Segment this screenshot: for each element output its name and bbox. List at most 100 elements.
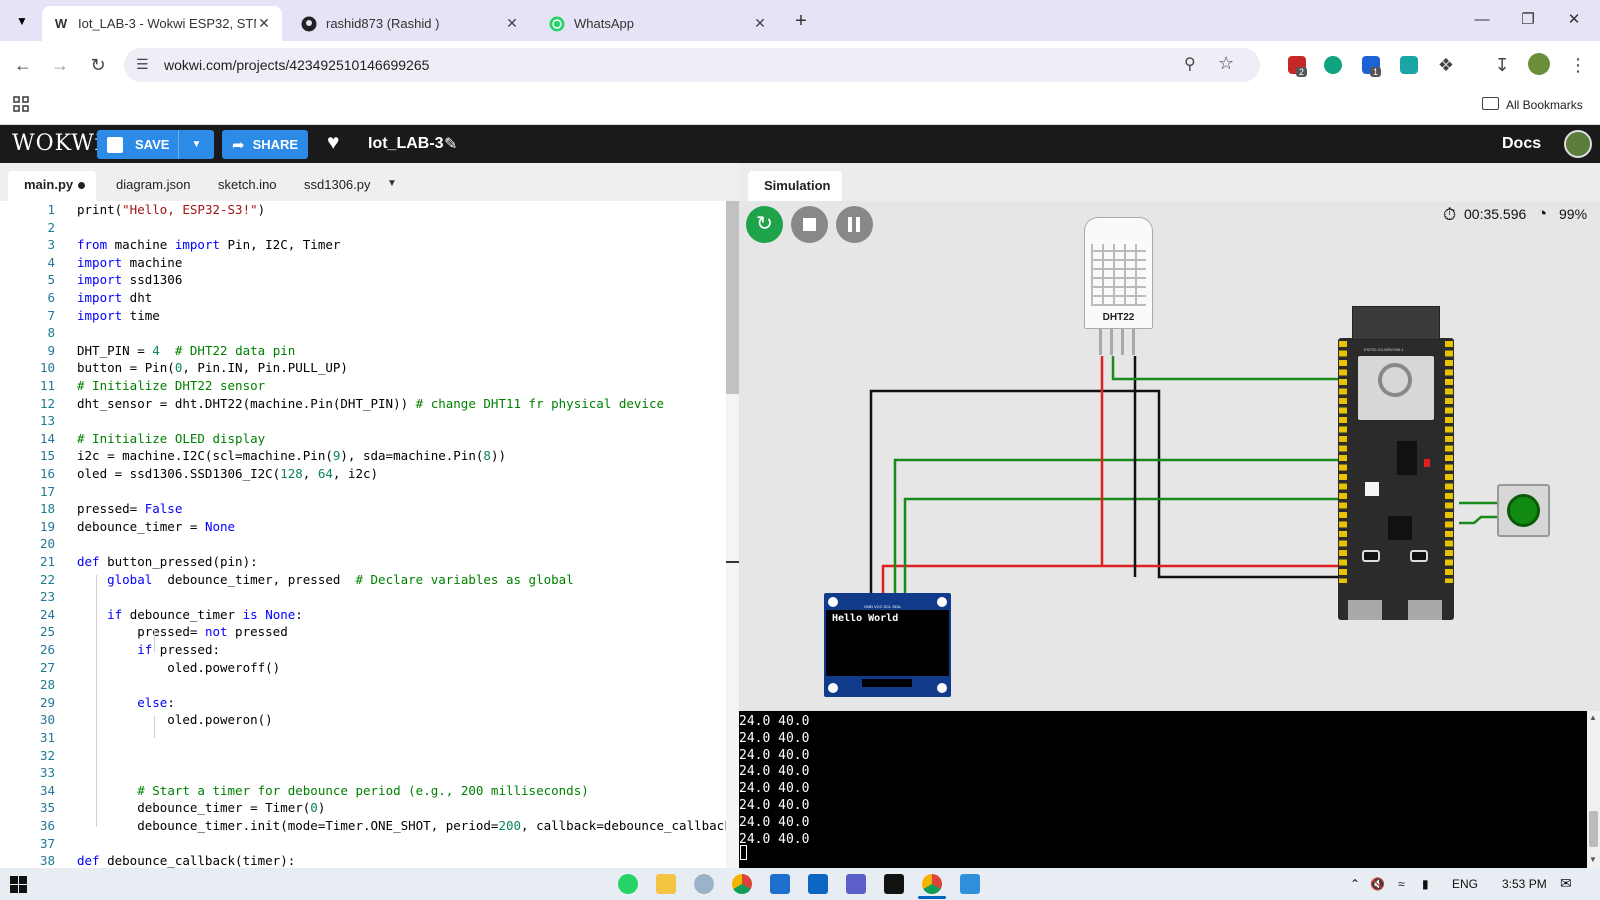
battery-icon[interactable]: ▮ <box>1422 877 1429 891</box>
serial-monitor[interactable]: 24.0 40.0 24.0 40.0 24.0 40.0 24.0 40.0 24.0… <box>739 711 1600 868</box>
scroll-down-icon[interactable]: ▼ <box>1589 855 1597 864</box>
file-explorer-icon[interactable] <box>656 874 676 894</box>
back-icon[interactable]: ← <box>11 53 35 77</box>
code-line[interactable]: import dht <box>77 290 152 305</box>
code-line[interactable]: button = Pin(0, Pin.IN, Pin.PULL_UP) <box>77 360 348 375</box>
tab-sketch-ino[interactable]: sketch.ino <box>218 177 277 192</box>
browser-menu-icon[interactable]: ⋮ <box>1566 53 1590 77</box>
code-line[interactable]: oled.poweroff() <box>77 660 280 675</box>
zoom-icon[interactable]: ⚲ <box>1184 54 1196 74</box>
browser-tab-whatsapp[interactable]: WhatsApp ✕ <box>538 6 778 41</box>
browser-tab-wokwi[interactable]: W Iot_LAB-3 - Wokwi ESP32, STM3 ✕ <box>42 6 282 41</box>
tray-chevron-icon[interactable]: ⌃ <box>1350 877 1360 891</box>
code-editor[interactable]: 1 print("Hello, ESP32-S3!") 2 3 from machine… <box>0 201 739 868</box>
heart-icon[interactable]: ♥ <box>327 131 339 155</box>
serial-scrollbar-thumb[interactable] <box>1589 811 1598 847</box>
code-line[interactable]: import time <box>77 308 160 323</box>
code-line[interactable]: from machine import Pin, I2C, Timer <box>77 237 340 252</box>
save-button[interactable]: SAVE ▼ <box>97 130 214 159</box>
code-line[interactable]: import machine <box>77 255 182 270</box>
boot-button[interactable] <box>1362 550 1380 562</box>
bookmark-star-icon[interactable]: ☆ <box>1218 53 1234 74</box>
code-line[interactable]: debounce_timer.init(mode=Timer.ONE_SHOT,… <box>77 818 739 833</box>
site-info-icon[interactable]: ☰ <box>136 56 149 73</box>
code-line[interactable]: DHT_PIN = 4 # DHT22 data pin <box>77 343 295 358</box>
close-window-icon[interactable]: ✕ <box>1552 8 1596 32</box>
code-line[interactable]: oled.poweron() <box>77 712 272 727</box>
dht22-sensor[interactable]: DHT22 <box>1084 217 1153 329</box>
code-line[interactable]: # Start a timer for debounce period (e.g… <box>77 783 589 798</box>
weather-app-icon[interactable] <box>694 874 714 894</box>
chatgpt-extension-icon[interactable] <box>1324 56 1342 74</box>
code-line[interactable]: pressed= False <box>77 501 182 516</box>
photos-app-icon[interactable] <box>960 874 980 894</box>
close-icon[interactable]: ✕ <box>752 15 768 32</box>
editor-scrollbar[interactable] <box>726 201 739 868</box>
notes-app-icon[interactable] <box>884 874 904 894</box>
download-icon[interactable]: ↧ <box>1490 53 1514 77</box>
esp32-s3-board[interactable]: ESP32-S3-WROOM-1 <box>1338 306 1454 620</box>
url-bar[interactable]: ☰ wokwi.com/projects/423492510146699265 … <box>124 48 1260 82</box>
more-tabs-icon[interactable]: ▼ <box>387 178 397 189</box>
volume-muted-icon[interactable]: 🔇 <box>1370 877 1385 891</box>
windows-start-icon[interactable] <box>10 876 27 893</box>
restore-icon[interactable]: ❐ <box>1506 8 1550 32</box>
clock[interactable]: 3:53 PM <box>1502 877 1547 891</box>
chrome-icon[interactable] <box>732 874 752 894</box>
docs-link[interactable]: Docs <box>1502 135 1541 153</box>
notifications-icon[interactable]: ✉ <box>1560 875 1572 892</box>
extension-shield2-icon[interactable] <box>1400 56 1418 74</box>
project-name[interactable]: Iot_LAB-3 <box>368 135 444 153</box>
code-line[interactable]: else: <box>77 695 175 710</box>
code-line[interactable]: dht_sensor = dht.DHT22(machine.Pin(DHT_P… <box>77 396 664 411</box>
push-button[interactable] <box>1497 484 1550 537</box>
new-tab-icon[interactable]: + <box>790 10 812 32</box>
minimize-icon[interactable]: — <box>1460 8 1504 32</box>
code-line[interactable]: debounce_timer = None <box>77 519 235 534</box>
all-bookmarks-link[interactable]: All Bookmarks <box>1506 98 1583 112</box>
teams-icon[interactable] <box>846 874 866 894</box>
code-line[interactable]: global debounce_timer, pressed # Declare… <box>77 572 574 587</box>
language-indicator[interactable]: ENG <box>1452 877 1478 891</box>
tab-diagram-json[interactable]: diagram.json <box>116 177 190 192</box>
code-line[interactable]: def debounce_callback(timer): <box>77 853 295 868</box>
code-line[interactable]: oled = ssd1306.SSD1306_I2C(128, 64, i2c) <box>77 466 378 481</box>
code-line[interactable]: import ssd1306 <box>77 272 182 287</box>
profile-avatar[interactable] <box>1528 53 1550 75</box>
user-avatar[interactable] <box>1564 130 1592 158</box>
code-line[interactable]: if debounce_timer is None: <box>77 607 303 622</box>
browser-tab-github[interactable]: rashid873 (Rashid ) ✕ <box>290 6 530 41</box>
reset-button[interactable] <box>1410 550 1428 562</box>
serial-scrollbar[interactable]: ▲ ▼ <box>1587 711 1600 868</box>
linkedin-icon[interactable] <box>808 874 828 894</box>
simulation-canvas[interactable]: ↻ ⏱ 00:35.596 ◔ 99% DHT22 GND VCC SCL SD… <box>739 201 1600 711</box>
wifi-icon[interactable]: ≈ <box>1398 877 1405 891</box>
close-icon[interactable]: ✕ <box>504 15 520 32</box>
code-line[interactable]: if pressed: <box>77 642 220 657</box>
whatsapp-app-icon[interactable] <box>618 874 638 894</box>
reload-icon[interactable]: ↻ <box>86 53 110 77</box>
code-line[interactable]: # Initialize DHT22 sensor <box>77 378 265 393</box>
code-line[interactable]: i2c = machine.I2C(scl=machine.Pin(9), sd… <box>77 448 506 463</box>
edit-pencil-icon[interactable]: ✎ <box>444 134 457 154</box>
microsoft-store-icon[interactable] <box>770 874 790 894</box>
code-line[interactable]: # Initialize OLED display <box>77 431 265 446</box>
close-icon[interactable]: ✕ <box>256 15 272 32</box>
forward-icon[interactable]: → <box>48 53 72 77</box>
wokwi-logo[interactable]: WOKWi <box>12 131 103 156</box>
code-line[interactable]: def button_pressed(pin): <box>77 554 258 569</box>
code-line[interactable]: pressed= not pressed <box>77 624 288 639</box>
share-button[interactable]: ➦ SHARE <box>222 130 308 159</box>
scroll-up-icon[interactable]: ▲ <box>1589 713 1597 722</box>
editor-scrollbar-thumb[interactable] <box>726 201 739 394</box>
tab-search-icon[interactable]: ▼ <box>10 10 34 32</box>
code-line[interactable]: print("Hello, ESP32-S3!") <box>77 202 265 217</box>
oled-display[interactable]: GND VCC SCL SDA Hello World <box>824 593 951 697</box>
chrome-active-icon[interactable] <box>922 874 942 894</box>
url-text[interactable]: wokwi.com/projects/423492510146699265 <box>164 57 429 73</box>
code-line[interactable]: debounce_timer = Timer(0) <box>77 800 325 815</box>
tab-ssd1306-py[interactable]: ssd1306.py <box>304 177 371 192</box>
save-dropdown-icon[interactable]: ▼ <box>178 130 214 159</box>
apps-grid-icon[interactable] <box>12 95 30 113</box>
extensions-puzzle-icon[interactable]: ❖ <box>1434 53 1458 77</box>
